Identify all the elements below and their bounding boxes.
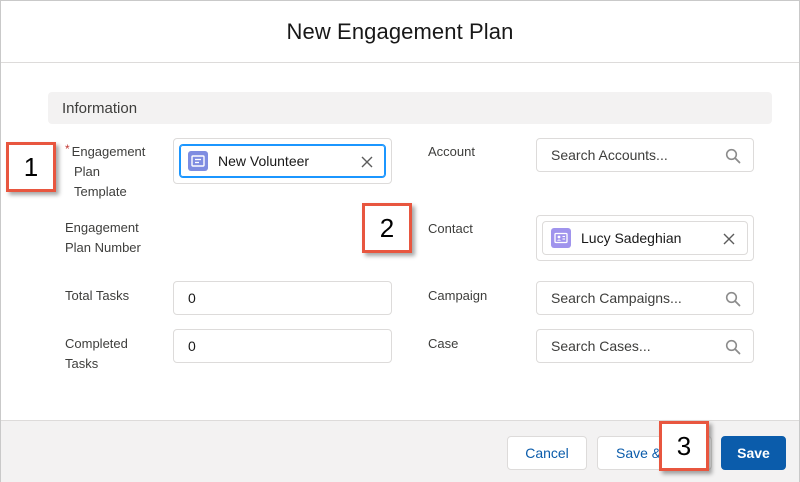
search-icon [725, 148, 741, 164]
case-placeholder: Search Cases... [551, 338, 651, 354]
template-value: New Volunteer [218, 153, 310, 169]
save-button[interactable]: Save [721, 436, 786, 470]
case-search-input[interactable]: Search Cases... [536, 329, 754, 363]
close-icon[interactable] [361, 155, 373, 168]
template-lookup: New Volunteer [173, 138, 392, 184]
contact-label: Contact [428, 221, 473, 236]
callout-2: 2 [362, 203, 412, 253]
template-pill[interactable]: New Volunteer [179, 144, 386, 178]
cancel-button[interactable]: Cancel [507, 436, 587, 470]
contact-pill[interactable]: Lucy Sadeghian [542, 221, 748, 255]
search-icon [725, 339, 741, 355]
campaign-placeholder: Search Campaigns... [551, 290, 682, 306]
completed-tasks-label: Completed Tasks [65, 336, 128, 371]
total-tasks-label: Total Tasks [65, 288, 130, 303]
plan-number-label: Engagement Plan Number [65, 220, 141, 255]
task-template-icon [188, 151, 208, 171]
campaign-label: Campaign [428, 288, 488, 303]
completed-tasks-input[interactable]: 0 [173, 329, 392, 363]
modal-header: New Engagement Plan [1, 1, 799, 63]
campaign-search-input[interactable]: Search Campaigns... [536, 281, 754, 315]
section-header[interactable]: Information [48, 92, 772, 124]
search-icon [725, 291, 741, 307]
account-search-input[interactable]: Search Accounts... [536, 138, 754, 172]
required-marker: * [65, 142, 70, 156]
contact-card-icon [551, 228, 571, 248]
account-placeholder: Search Accounts... [551, 147, 668, 163]
section-title: Information [62, 99, 138, 117]
account-label: Account [428, 144, 475, 159]
callout-1: 1 [6, 142, 56, 192]
contact-lookup: Lucy Sadeghian [536, 215, 754, 261]
template-label: * Engagement Plan Template [65, 142, 146, 199]
contact-value: Lucy Sadeghian [581, 230, 682, 246]
callout-3: 3 [659, 421, 709, 471]
case-label: Case [428, 336, 459, 351]
close-icon[interactable] [723, 232, 735, 245]
modal-title: New Engagement Plan [286, 18, 514, 44]
total-tasks-input[interactable]: 0 [173, 281, 392, 315]
